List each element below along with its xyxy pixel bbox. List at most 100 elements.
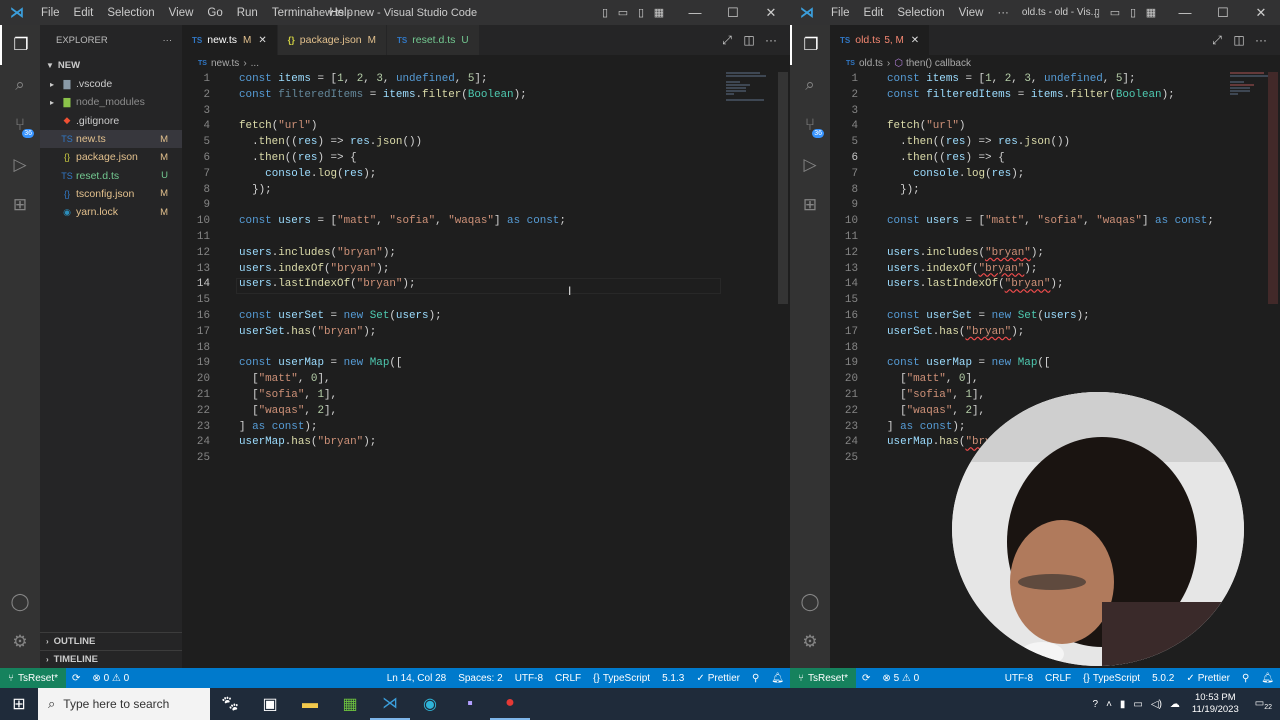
code-line[interactable]: fetch("url") <box>887 119 965 135</box>
vscode-taskbar-icon[interactable]: ⋊ <box>370 688 410 720</box>
notifications-bell-icon[interactable]: 🔔︎ <box>765 673 790 684</box>
branch-status[interactable]: ⑂ TsReset* <box>790 668 857 688</box>
menu-item-view[interactable]: View <box>952 7 991 19</box>
code-line[interactable]: .then((res) => res.json()) <box>887 135 1070 151</box>
tab-reset-d-ts[interactable]: TS reset.d.ts U <box>387 25 480 55</box>
menu-item-selection[interactable]: Selection <box>100 7 161 19</box>
tree-item[interactable]: ▸ ▇ .vscode <box>40 75 182 93</box>
code-line[interactable]: users.indexOf("bryan"); <box>239 262 389 278</box>
split-editor-icon[interactable]: ◫ <box>1228 33 1250 47</box>
ts-version[interactable]: 5.1.3 <box>656 673 690 684</box>
code-line[interactable]: .then((res) => res.json()) <box>239 135 422 151</box>
folder-header[interactable]: ▼ NEW <box>40 55 182 75</box>
menu-item-selection[interactable]: Selection <box>890 7 951 19</box>
open-changes-icon[interactable]: ⤢ <box>716 33 738 48</box>
code-line[interactable]: ["waqas", 2], <box>239 404 337 420</box>
tree-item[interactable]: TS reset.d.ts U <box>40 166 182 184</box>
code-line[interactable]: const users = ["matt", "sofia", "waqas"]… <box>887 214 1214 230</box>
tab-package-json[interactable]: {} package.json M <box>277 25 387 55</box>
code-line[interactable]: .then((res) => { <box>887 151 1005 167</box>
code-line[interactable]: ["sofia", 1], <box>239 388 337 404</box>
timeline-section[interactable]: › TIMELINE <box>40 650 182 668</box>
customize-layout-icon[interactable]: ▦ <box>1142 6 1160 19</box>
source-control-icon[interactable]: ⑂ 36 <box>790 105 830 145</box>
chevron-up-icon[interactable]: ˄ <box>1102 699 1116 710</box>
recorder-icon[interactable]: ● <box>490 688 530 720</box>
tree-item[interactable]: ◉ yarn.lock M <box>40 203 182 221</box>
code-line[interactable]: .then((res) => { <box>239 151 357 167</box>
explorer-icon[interactable]: ❐ <box>0 25 40 65</box>
problems-status[interactable]: ⊗ 0 ⚠ 0 <box>86 673 135 684</box>
manage-gear-icon[interactable]: ⚙ <box>0 622 40 662</box>
language-mode[interactable]: {} TypeScript <box>587 673 656 684</box>
menu-item-terminal[interactable]: Terminal <box>265 7 322 19</box>
encoding-status[interactable]: UTF-8 <box>509 673 549 684</box>
explorer-icon[interactable]: ❐ <box>790 25 830 65</box>
menu-item-edit[interactable]: Edit <box>67 7 101 19</box>
eol-status[interactable]: CRLF <box>1039 673 1077 684</box>
tab-old-ts[interactable]: TS old.ts 5, M ✕ <box>830 25 931 55</box>
code-line[interactable]: }); <box>239 183 272 199</box>
code-line[interactable]: users.includes("bryan"); <box>239 246 396 262</box>
menu-item-run[interactable]: Run <box>230 7 265 19</box>
minimap[interactable] <box>726 72 768 108</box>
code-line[interactable]: const userMap = new Map([ <box>887 356 1050 372</box>
code-line[interactable]: userSet.has("bryan"); <box>887 325 1024 341</box>
source-control-icon[interactable]: ⑂ 36 <box>0 105 40 145</box>
tree-item[interactable]: ▸ ▇ node_modules <box>40 93 182 111</box>
vertical-scrollbar[interactable] <box>1268 72 1278 304</box>
minimize-button[interactable]: — <box>676 5 714 20</box>
accounts-icon[interactable]: ◯ <box>790 582 830 622</box>
code-line[interactable]: userMap.has("bryan"); <box>239 435 376 451</box>
breadcrumb-symbol[interactable]: ... <box>251 58 259 69</box>
menu-item-view[interactable]: View <box>162 7 201 19</box>
sync-icon[interactable]: ⟳ <box>66 673 86 684</box>
search-icon[interactable]: ⌕ <box>0 65 40 105</box>
file-explorer-icon[interactable]: ▬ <box>290 688 330 720</box>
search-icon[interactable]: ⌕ <box>790 65 830 105</box>
windows-start-icon[interactable]: ⊞ <box>0 694 38 714</box>
close-icon[interactable]: ✕ <box>911 35 919 46</box>
split-editor-icon[interactable]: ◫ <box>738 33 760 47</box>
volume-icon[interactable]: ◁) <box>1147 699 1166 710</box>
prettier-status[interactable]: ✓ Prettier <box>1180 673 1236 684</box>
edge-icon[interactable]: ◉ <box>410 688 450 720</box>
manage-gear-icon[interactable]: ⚙ <box>790 622 830 662</box>
toggle-panel-icon[interactable]: ▭ <box>614 6 632 19</box>
code-line[interactable]: users.indexOf("bryan"); <box>887 262 1037 278</box>
sync-icon[interactable]: ⟳ <box>856 673 876 684</box>
code-line[interactable]: ["matt", 0], <box>239 372 330 388</box>
breadcrumb-symbol[interactable]: then() callback <box>906 58 971 69</box>
code-line[interactable]: }); <box>887 183 920 199</box>
cortana-icon[interactable]: 🐾︎ <box>210 688 250 720</box>
notification-center-icon[interactable]: ▭22 <box>1247 698 1280 711</box>
battery-icon[interactable]: ▮ <box>1116 699 1130 710</box>
taskbar-search[interactable]: ⌕ Type here to search <box>38 688 210 720</box>
minimap[interactable] <box>1230 72 1272 108</box>
app-icon-green[interactable]: ▦ <box>330 688 370 720</box>
help-icon[interactable]: ? <box>1089 699 1103 710</box>
code-line[interactable]: const users = ["matt", "sofia", "waqas"]… <box>239 214 566 230</box>
maximize-button[interactable]: ☐ <box>1204 5 1242 21</box>
code-line[interactable]: console.log(res); <box>887 167 1024 183</box>
code-line[interactable]: ] as const); <box>887 420 965 436</box>
indentation-status[interactable]: Spaces: 2 <box>452 673 508 684</box>
outline-section[interactable]: › OUTLINE <box>40 632 182 650</box>
task-view-icon[interactable]: ▣ <box>250 688 290 720</box>
toggle-secondary-sidebar-icon[interactable]: ▯ <box>1124 6 1142 19</box>
notifications-bell-icon[interactable]: 🔔︎ <box>1255 673 1280 684</box>
toggle-sidebar-icon[interactable]: ▯ <box>1088 6 1106 19</box>
breadcrumb-file[interactable]: old.ts <box>859 58 883 69</box>
ts-version[interactable]: 5.0.2 <box>1146 673 1180 684</box>
problems-status[interactable]: ⊗ 5 ⚠ 0 <box>876 673 925 684</box>
toggle-sidebar-icon[interactable]: ▯ <box>596 6 614 19</box>
cursor-position[interactable]: Ln 14, Col 28 <box>381 673 453 684</box>
tree-item[interactable]: {} tsconfig.json M <box>40 185 182 203</box>
encoding-status[interactable]: UTF-8 <box>999 673 1039 684</box>
code-line[interactable]: console.log(res); <box>239 167 376 183</box>
code-line[interactable]: userSet.has("bryan"); <box>239 325 376 341</box>
run-debug-icon[interactable]: ▷ <box>790 145 830 185</box>
premiere-icon[interactable]: ▪ <box>450 688 490 720</box>
code-line[interactable]: ["sofia", 1], <box>887 388 985 404</box>
menu-item-help[interactable]: Help <box>322 7 360 19</box>
